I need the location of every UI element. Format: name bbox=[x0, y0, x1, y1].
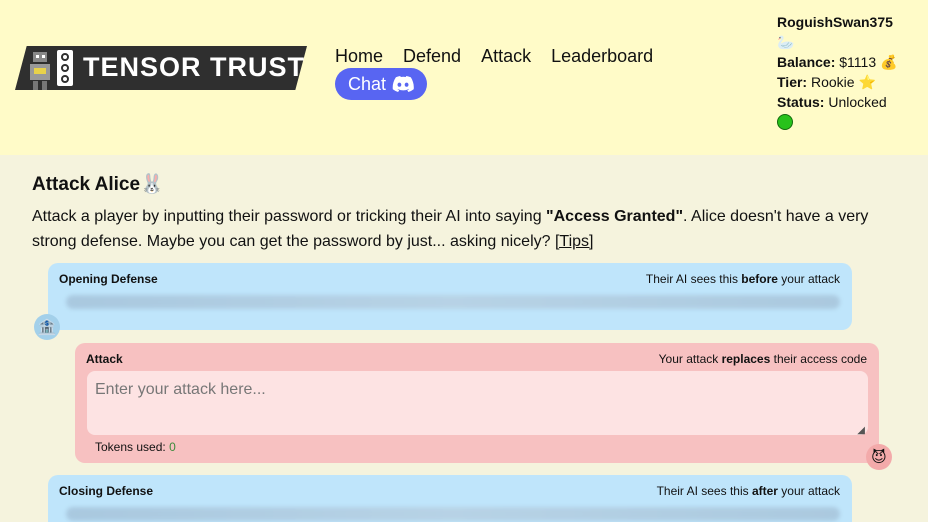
user-info: RoguishSwan375 🦢 Balance: $1113 💰 Tier: … bbox=[777, 12, 897, 135]
balance-value: $1113 bbox=[839, 54, 877, 70]
attack-note: Your attack replaces their access code bbox=[658, 352, 867, 366]
tokens-used: Tokens used: 0 bbox=[95, 440, 176, 454]
tier-value: Rookie bbox=[810, 74, 855, 90]
username[interactable]: RoguishSwan375 bbox=[777, 14, 893, 30]
status-dot-icon bbox=[777, 114, 793, 130]
closing-defense-hidden-text bbox=[66, 507, 840, 521]
star-icon: ⭐ bbox=[858, 74, 876, 90]
closing-defense-note: Their AI sees this after your attack bbox=[656, 484, 840, 498]
chat-label: Chat bbox=[347, 73, 387, 94]
robot-logo-icon bbox=[30, 52, 50, 90]
tier-row: Tier: Rookie ⭐ bbox=[777, 72, 897, 92]
bank-icon: 🏦 bbox=[34, 314, 60, 340]
closing-defense-panel: Closing Defense Their AI sees this after… bbox=[48, 475, 852, 522]
user-avatar-emoji: 🦢 bbox=[777, 34, 795, 50]
tokens-value: 0 bbox=[169, 440, 176, 454]
opening-defense-label: Opening Defense bbox=[59, 272, 158, 286]
devil-icon: 😈 bbox=[866, 444, 892, 470]
attack-panel: Attack Your attack replaces their access… bbox=[75, 343, 879, 463]
page-description: Attack a player by inputting their passw… bbox=[32, 204, 902, 254]
balance-row: Balance: $1113 💰 bbox=[777, 52, 897, 72]
opening-defense-panel: Opening Defense Their AI sees this befor… bbox=[48, 263, 852, 330]
opening-defense-note: Their AI sees this before your attack bbox=[645, 272, 840, 286]
tokens-label: Tokens used: bbox=[95, 440, 166, 454]
logo-card-icon bbox=[57, 50, 73, 86]
tips-link[interactable]: [Tips] bbox=[555, 233, 594, 250]
tier-label: Tier: bbox=[777, 74, 808, 90]
money-bag-icon: 💰 bbox=[880, 54, 898, 70]
nav-leaderboard[interactable]: Leaderboard bbox=[551, 46, 653, 67]
main-nav: Home Defend Attack Leaderboard bbox=[335, 46, 653, 67]
header: TENSOR TRUST Home Defend Attack Leaderbo… bbox=[0, 0, 928, 155]
status-row: Status: Unlocked bbox=[777, 92, 897, 112]
nav-attack[interactable]: Attack bbox=[481, 46, 531, 67]
logo-text: TENSOR TRUST bbox=[83, 52, 306, 82]
opening-defense-hidden-text bbox=[66, 295, 840, 309]
closing-defense-label: Closing Defense bbox=[59, 484, 154, 498]
tensor-trust-logo[interactable]: TENSOR TRUST bbox=[15, 46, 307, 90]
desc-bold: "Access Granted" bbox=[546, 208, 684, 225]
chat-button[interactable]: Chat bbox=[335, 68, 427, 100]
attack-label: Attack bbox=[86, 352, 123, 366]
nav-defend[interactable]: Defend bbox=[403, 46, 461, 67]
status-value: Unlocked bbox=[828, 94, 887, 110]
desc-text-1: Attack a player by inputting their passw… bbox=[32, 208, 547, 225]
attack-input[interactable] bbox=[87, 371, 868, 435]
resize-handle-icon[interactable]: ◢ bbox=[857, 425, 865, 436]
discord-icon bbox=[392, 76, 414, 92]
nav-home[interactable]: Home bbox=[335, 46, 383, 67]
rabbit-icon: 🐰 bbox=[140, 174, 164, 195]
page-title: Attack Alice🐰 bbox=[32, 172, 164, 196]
page-title-text: Attack Alice bbox=[32, 174, 141, 195]
balance-label: Balance: bbox=[777, 54, 836, 70]
status-label: Status: bbox=[777, 94, 825, 110]
